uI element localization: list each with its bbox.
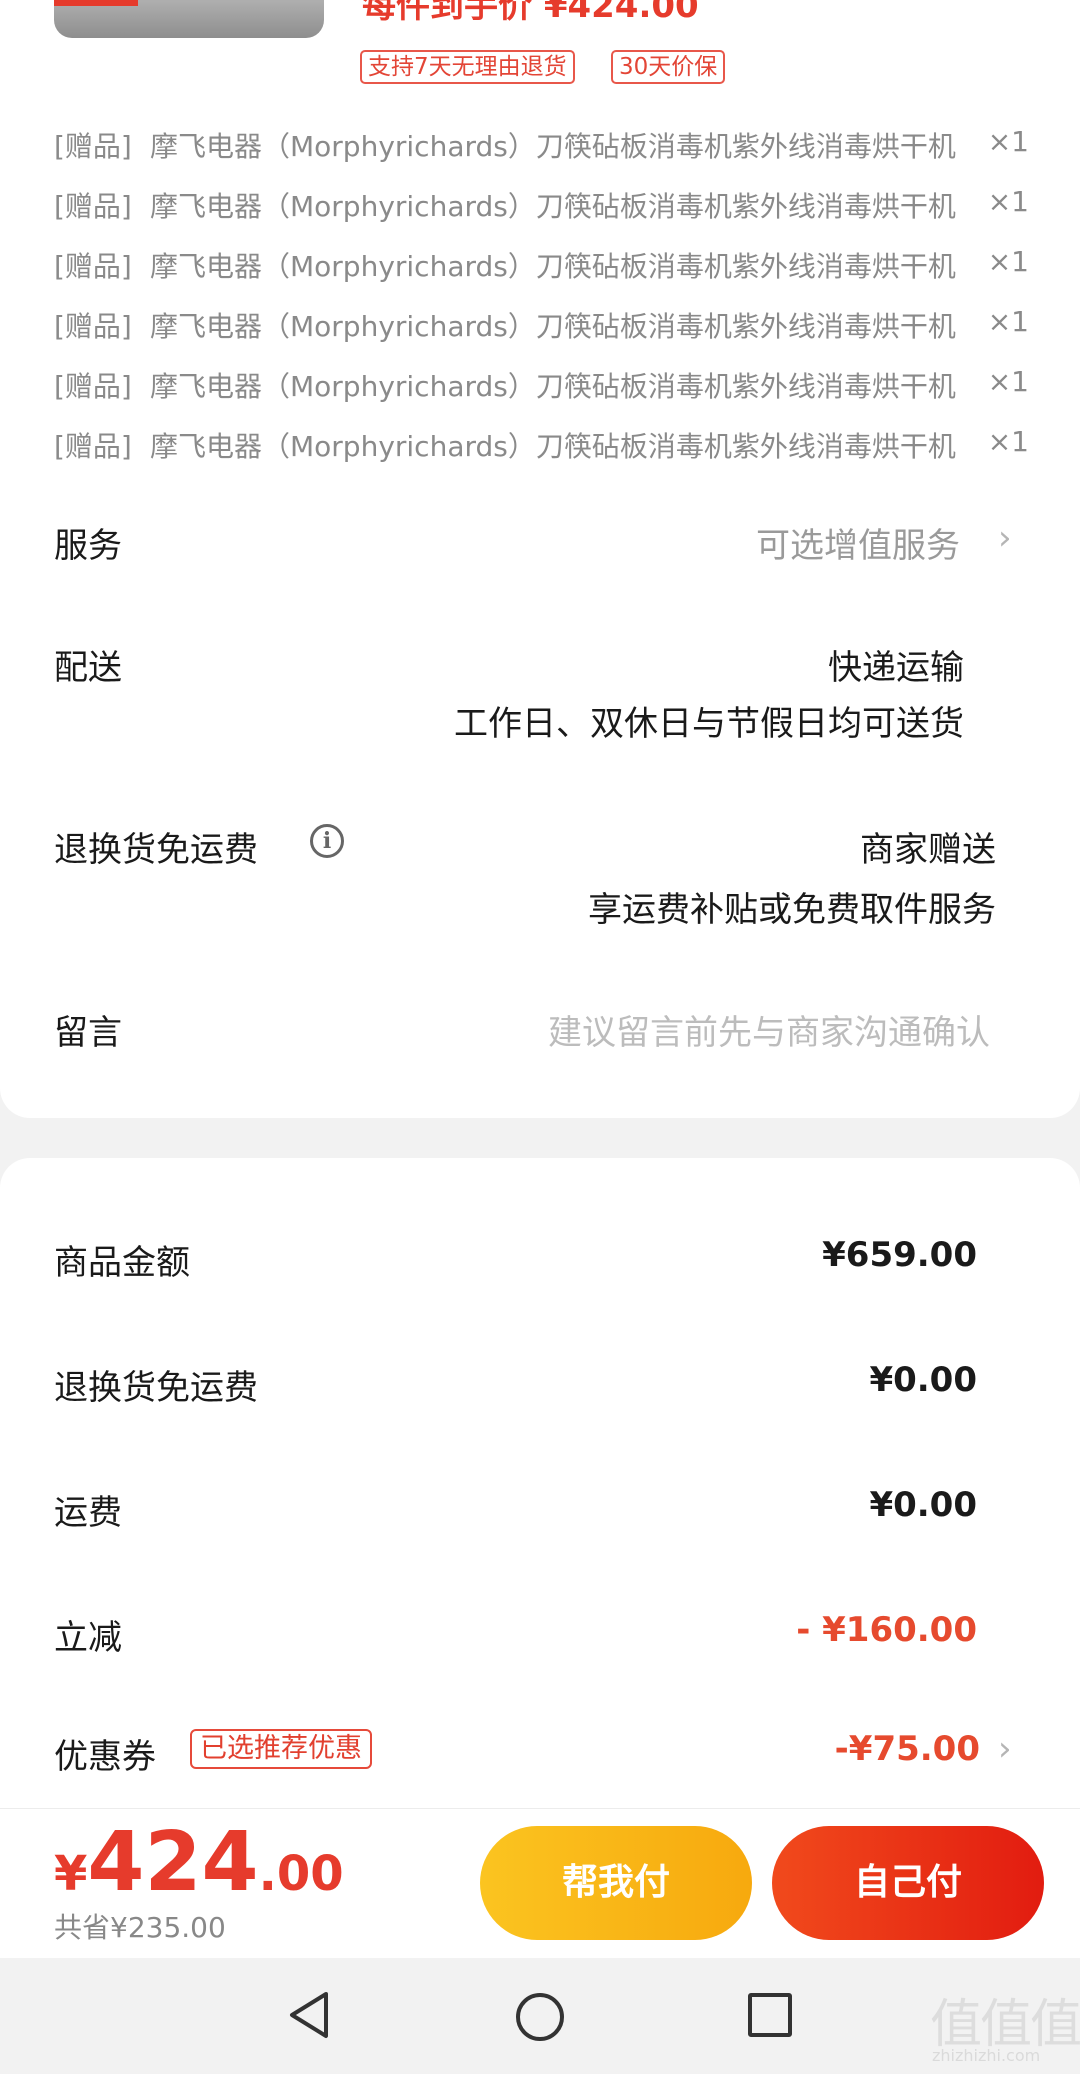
goods-amount-label: 商品金额 <box>54 1243 190 1283</box>
delivery-method: 快递运输 <box>828 648 964 688</box>
gift-item: [赠品] 摩飞电器（Morphyrichards）刀筷砧板消毒机紫外线消毒烘干机… <box>54 365 1029 405</box>
instant-discount-value: - ¥160.00 <box>796 1610 977 1650</box>
gift-quantity: ×1 <box>987 185 1029 218</box>
gift-name: 摩飞电器（Morphyrichards）刀筷砧板消毒机紫外线消毒烘干机 <box>150 130 956 163</box>
return-policy-tag: 支持7天无理由退货 <box>360 50 575 84</box>
gift-name: 摩飞电器（Morphyrichards）刀筷砧板消毒机紫外线消毒烘干机 <box>150 190 956 223</box>
message-input[interactable]: 建议留言前先与商家沟通确认 <box>548 1005 990 1054</box>
gift-quantity: ×1 <box>987 425 1029 458</box>
back-icon[interactable] <box>286 1990 332 2040</box>
delivery-note: 工作日、双休日与节假日均可送货 <box>454 704 964 744</box>
chevron-right-icon[interactable]: › <box>998 518 1012 558</box>
gift-prefix: [赠品] <box>54 190 132 223</box>
total-integer: 424 <box>87 1815 259 1910</box>
freight-label: 运费 <box>54 1493 122 1533</box>
coupon-recommend-badge: 已选推荐优惠 <box>190 1729 372 1769</box>
gift-quantity: ×1 <box>987 125 1029 158</box>
message-label: 留言 <box>54 1013 122 1053</box>
gift-prefix: [赠品] <box>54 130 132 163</box>
gift-prefix: [赠品] <box>54 250 132 283</box>
gift-prefix: [赠品] <box>54 310 132 343</box>
gift-name: 摩飞电器（Morphyrichards）刀筷砧板消毒机紫外线消毒烘干机 <box>150 370 956 403</box>
product-thumbnail[interactable] <box>54 0 324 38</box>
return-fee-label: 退换货免运费 <box>54 1368 258 1408</box>
total-price: ¥424.00 <box>54 1815 344 1910</box>
help-me-pay-button[interactable]: 帮我付 <box>480 1826 752 1940</box>
freight-value: ¥0.00 <box>869 1485 977 1525</box>
gift-name: 摩飞电器（Morphyrichards）刀筷砧板消毒机紫外线消毒烘干机 <box>150 250 956 283</box>
gift-quantity: ×1 <box>987 305 1029 338</box>
gift-quantity: ×1 <box>987 245 1029 278</box>
delivery-label: 配送 <box>54 648 122 688</box>
return-shipping-note: 享运费补贴或免费取件服务 <box>588 890 996 930</box>
gift-item: [赠品] 摩飞电器（Morphyrichards）刀筷砧板消毒机紫外线消毒烘干机… <box>54 125 1029 165</box>
recent-apps-icon[interactable] <box>748 1993 792 2037</box>
instant-discount-label: 立减 <box>54 1618 122 1658</box>
gift-name: 摩飞电器（Morphyrichards）刀筷砧板消毒机紫外线消毒烘干机 <box>150 430 956 463</box>
coupon-value[interactable]: -¥75.00 <box>835 1729 980 1769</box>
gift-item: [赠品] 摩飞电器（Morphyrichards）刀筷砧板消毒机紫外线消毒烘干机… <box>54 305 1029 345</box>
pay-myself-button[interactable]: 自己付 <box>772 1826 1044 1940</box>
watermark: 值值值 zhizhizhi.com <box>930 1982 1080 2074</box>
price-protection-tag: 30天价保 <box>611 50 726 84</box>
chevron-right-icon[interactable]: › <box>998 1729 1012 1769</box>
return-fee-value: ¥0.00 <box>869 1360 977 1400</box>
return-shipping-label: 退换货免运费 <box>54 830 258 870</box>
gift-prefix: [赠品] <box>54 370 132 403</box>
thumbnail-badge <box>54 0 138 6</box>
order-detail-card: 每件到手价 ¥424.00 支持7天无理由退货 30天价保 [赠品] 摩飞电器（… <box>0 0 1080 1118</box>
gift-prefix: [赠品] <box>54 430 132 463</box>
unit-final-price: 每件到手价 ¥424.00 <box>362 0 699 26</box>
service-value[interactable]: 可选增值服务 <box>756 518 960 567</box>
gift-name: 摩飞电器（Morphyrichards）刀筷砧板消毒机紫外线消毒烘干机 <box>150 310 956 343</box>
gift-quantity: ×1 <box>987 365 1029 398</box>
goods-amount-value: ¥659.00 <box>822 1235 977 1275</box>
info-icon[interactable]: i <box>310 824 344 858</box>
service-label: 服务 <box>54 526 122 566</box>
gift-item: [赠品] 摩飞电器（Morphyrichards）刀筷砧板消毒机紫外线消毒烘干机… <box>54 185 1029 225</box>
total-saved: 共省¥235.00 <box>54 1911 226 1944</box>
total-decimal: .00 <box>258 1846 344 1902</box>
return-shipping-value: 商家赠送 <box>860 830 996 870</box>
gift-item: [赠品] 摩飞电器（Morphyrichards）刀筷砧板消毒机紫外线消毒烘干机… <box>54 425 1029 465</box>
home-icon[interactable] <box>516 1993 564 2041</box>
currency-symbol: ¥ <box>54 1846 88 1902</box>
watermark-url: zhizhizhi.com <box>932 2046 1041 2065</box>
gift-item: [赠品] 摩飞电器（Morphyrichards）刀筷砧板消毒机紫外线消毒烘干机… <box>54 245 1029 285</box>
coupon-label: 优惠券 <box>54 1737 156 1777</box>
